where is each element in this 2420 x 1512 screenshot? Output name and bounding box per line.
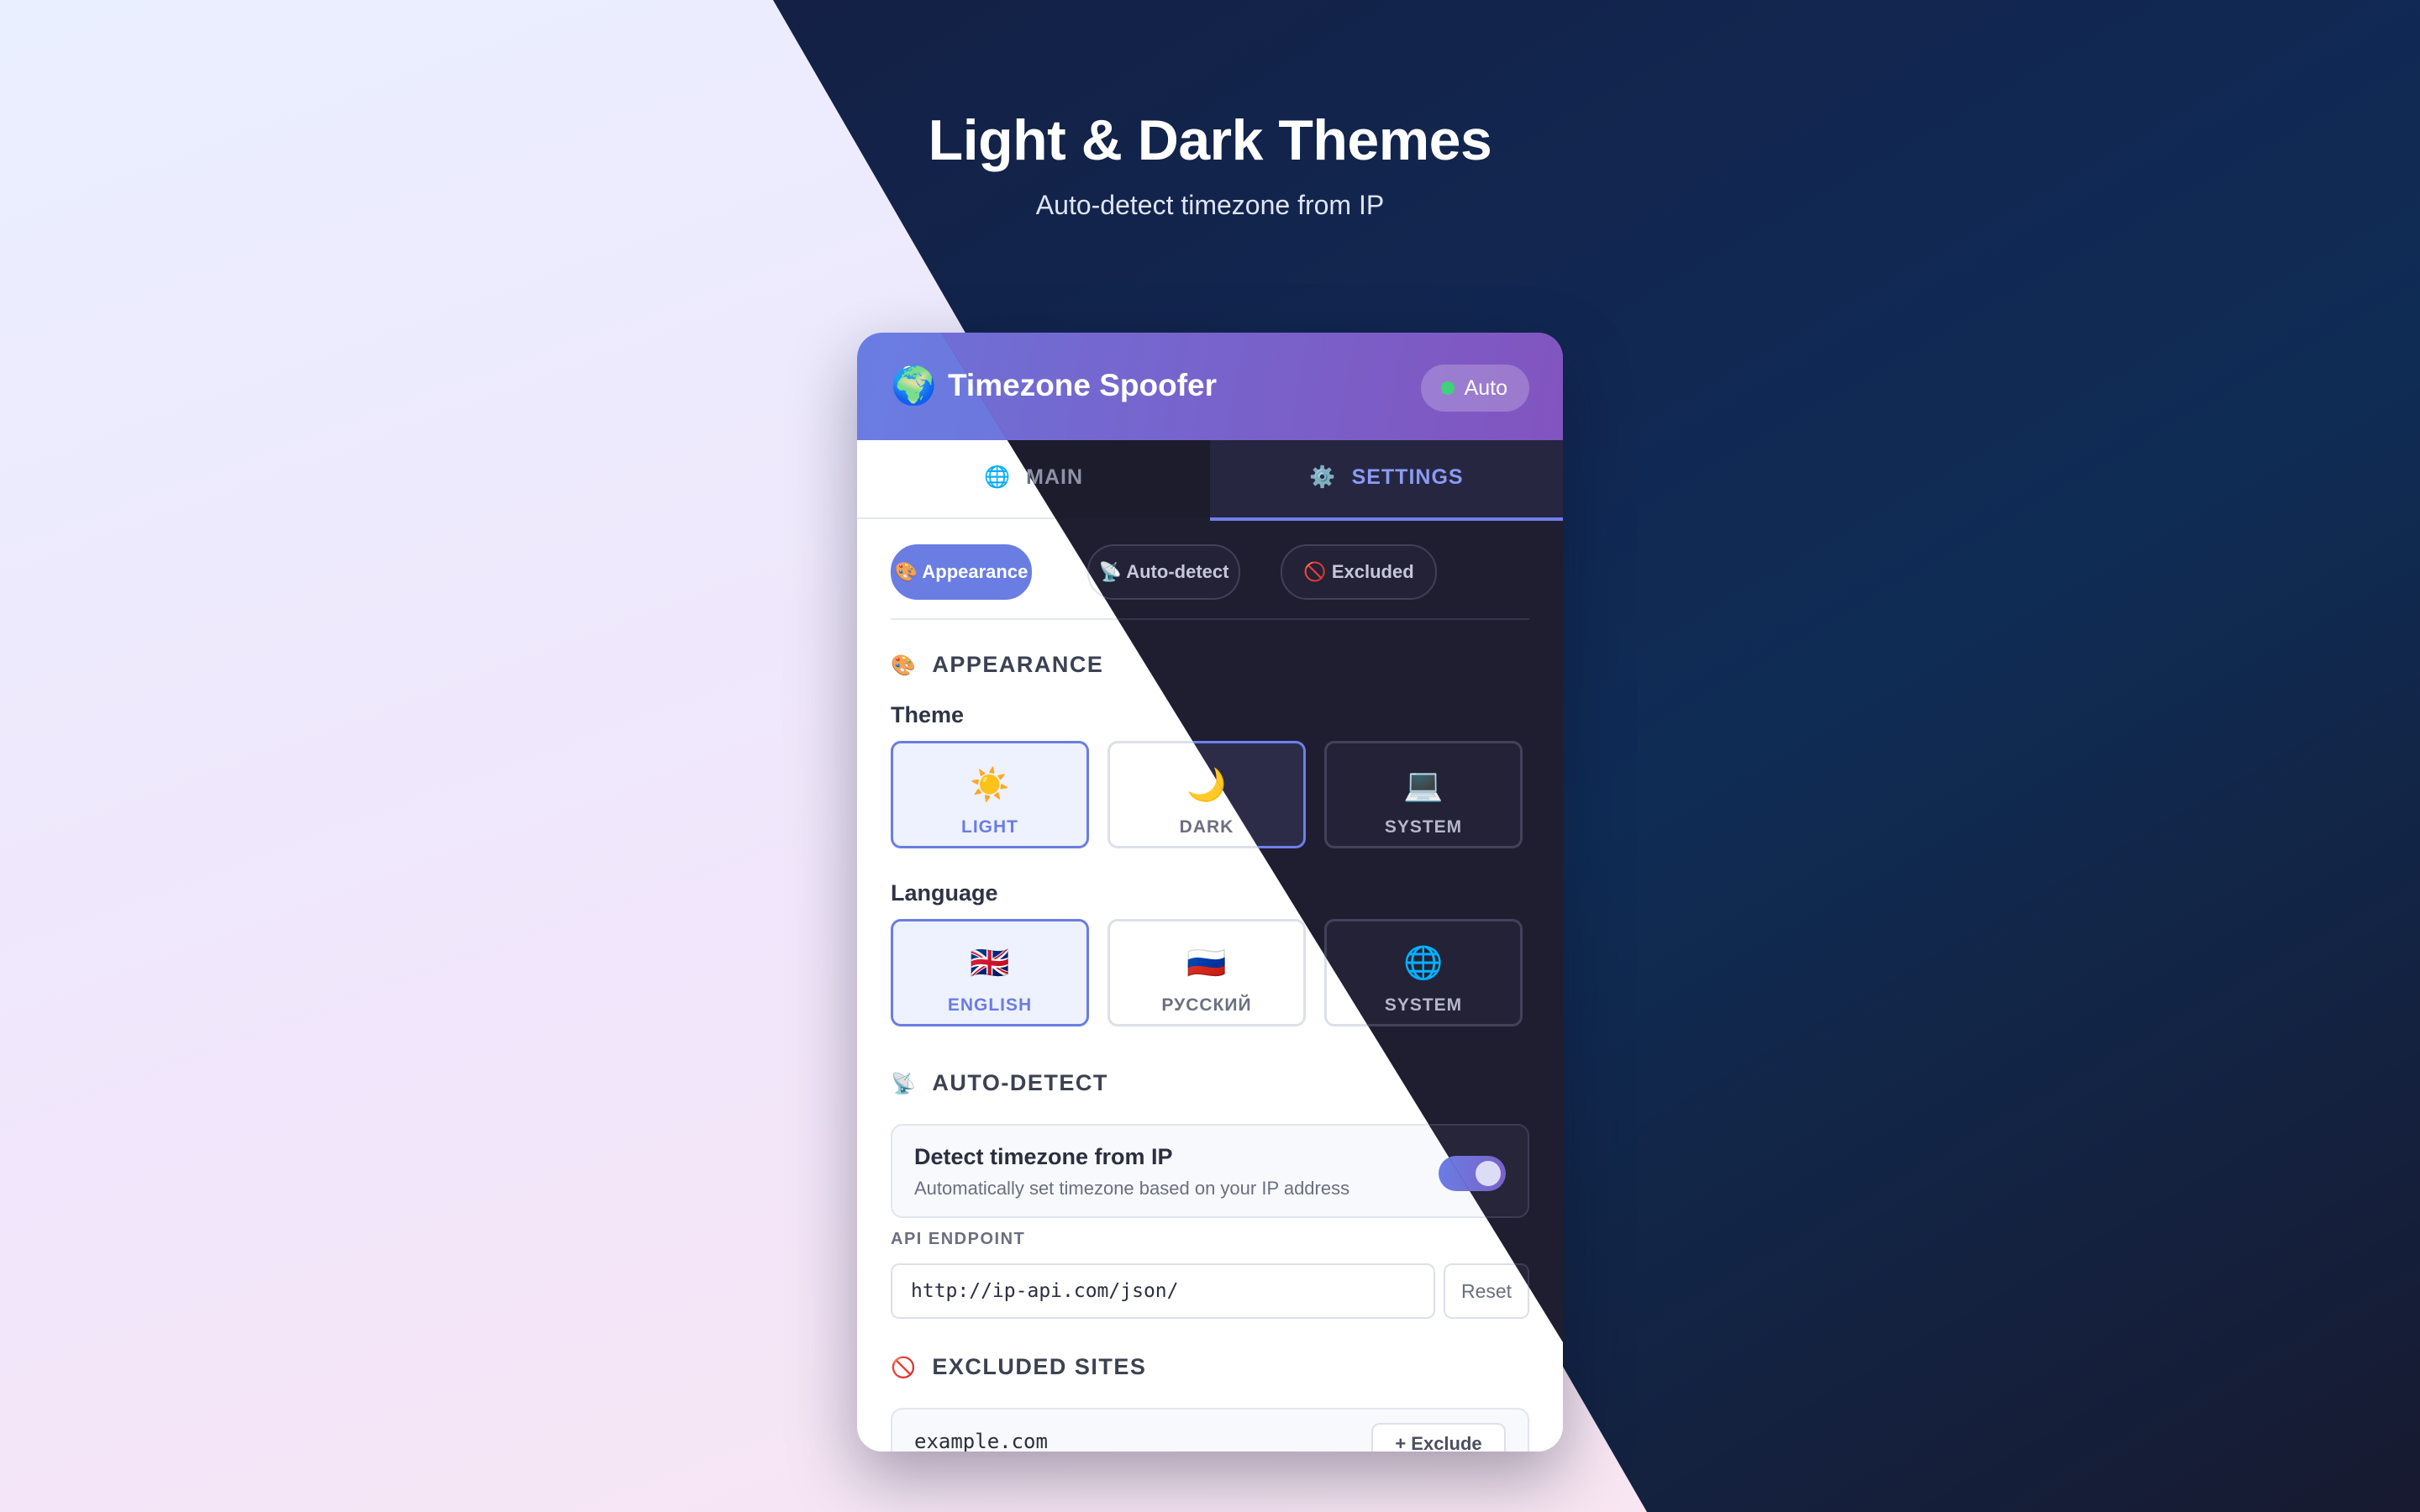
exclude-button[interactable]: + Exclude [1371,1423,1506,1452]
prohibited-icon: 🚫 [891,1357,918,1379]
language-option-label: РУССКИЙ [1161,995,1252,1015]
hero-title: Light & Dark Themes [928,108,1492,172]
hero-subtitle: Auto-detect timezone from IP [1035,190,1385,220]
autodetect-toggle-card: Detect timezone from IP Automatically se… [891,1124,1529,1218]
subtab-excluded-label: Excluded [1331,561,1414,582]
language-option-label: ENGLISH [947,995,1033,1015]
satellite-icon: 📡 [891,1073,918,1095]
theme-option-label: SYSTEM [1384,817,1463,837]
tab-settings[interactable]: ⚙️ SETTINGS [1210,440,1563,521]
toggle-title: Detect timezone from IP [914,1144,1173,1169]
globe-icon: 🌍 [891,365,937,407]
hero: Light & Dark Themes Auto-detect timezone… [0,108,2420,221]
uk-flag-icon: 🇬🇧 [970,946,1010,981]
russia-flag-icon: 🇷🇺 [1186,946,1227,981]
subtab-autodetect-label: Auto-detect [1126,561,1229,582]
exclude-site-input[interactable]: example.com [914,1430,1048,1452]
exclude-site-row: example.com + Exclude [891,1408,1529,1452]
tab-settings-label: SETTINGS [1351,465,1464,489]
api-endpoint-label: API ENDPOINT [891,1230,1026,1248]
theme-label: Theme [891,702,965,727]
subtab-autodetect[interactable]: 📡 Auto-detect [1087,544,1240,600]
theme-option-label: LIGHT [961,817,1018,837]
popup-card: 🌍 Timezone Spoofer Auto 🌐MAIN ⚙️SETTINGS… [857,333,1563,1452]
app-title: Timezone Spoofer [948,368,1218,402]
satellite-icon: 📡 [1098,561,1122,582]
theme-option-light[interactable]: ☀️ LIGHT [891,741,1089,848]
toggle-knob [1476,1161,1501,1186]
language-label: Language [891,880,998,906]
toggle-description: Automatically set timezone based on your… [914,1178,1350,1199]
palette-icon: 🎨 [894,561,918,582]
section-autodetect-label: AUTO-DETECT [932,1070,1108,1095]
palette-icon: 🎨 [891,654,918,677]
gear-icon: ⚙️ [1309,465,1337,489]
subtab-excluded[interactable]: 🚫 Excluded [1281,544,1437,600]
status-label: Auto [1464,376,1507,400]
section-appearance-heading: 🎨 APPEARANCE [891,652,1103,678]
laptop-icon: 💻 [1403,768,1444,803]
section-appearance-label: APPEARANCE [932,652,1104,677]
prohibited-icon: 🚫 [1303,561,1327,582]
language-option-russian[interactable]: 🇷🇺 РУССКИЙ [1107,919,1306,1026]
globe-icon: 🌐 [1403,946,1444,981]
status-dot-icon [1440,381,1455,395]
sun-icon: ☀️ [970,768,1010,803]
reset-button[interactable]: Reset [1444,1263,1529,1319]
section-excluded-heading: 🚫 EXCLUDED SITES [891,1354,1146,1380]
subtab-appearance-label: Appearance [922,561,1028,582]
section-excluded-label: EXCLUDED SITES [932,1354,1147,1379]
language-option-english[interactable]: 🇬🇧 ENGLISH [891,919,1089,1026]
globe-icon: 🌐 [983,465,1012,489]
status-badge[interactable]: Auto [1420,365,1529,412]
section-autodetect-heading: 📡 AUTO-DETECT [891,1070,1108,1096]
theme-option-system[interactable]: 💻 SYSTEM [1324,741,1523,848]
subtab-appearance[interactable]: 🎨 Appearance [891,544,1032,600]
api-endpoint-input[interactable]: http://ip-api.com/json/ [891,1263,1435,1319]
